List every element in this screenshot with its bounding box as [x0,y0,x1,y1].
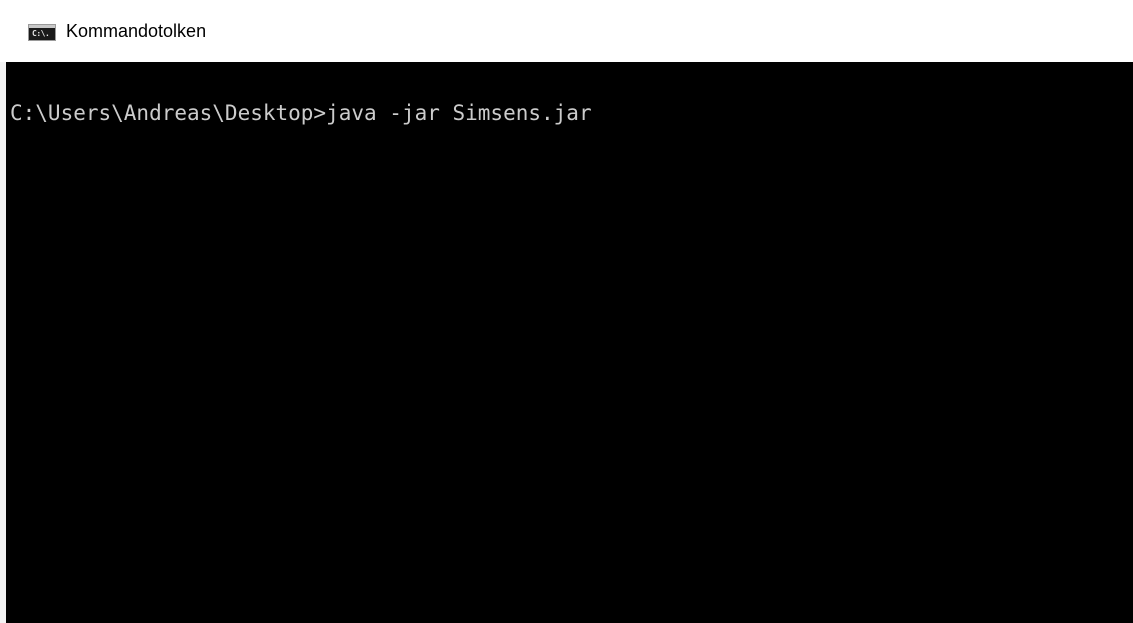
command-prompt-window: C:\. Kommandotolken C:\Users\Andreas\Des… [0,0,1133,623]
window-title: Kommandotolken [66,21,207,41]
cmd-icon[interactable]: C:\. [28,24,56,41]
cmd-icon-label: C:\. [32,29,50,38]
title-bar[interactable]: C:\. Kommandotolken [0,0,1133,62]
console-output-area[interactable]: C:\Users\Andreas\Desktop>java -jar Simse… [6,62,1133,623]
console-line: C:\Users\Andreas\Desktop>java -jar Simse… [10,101,592,125]
